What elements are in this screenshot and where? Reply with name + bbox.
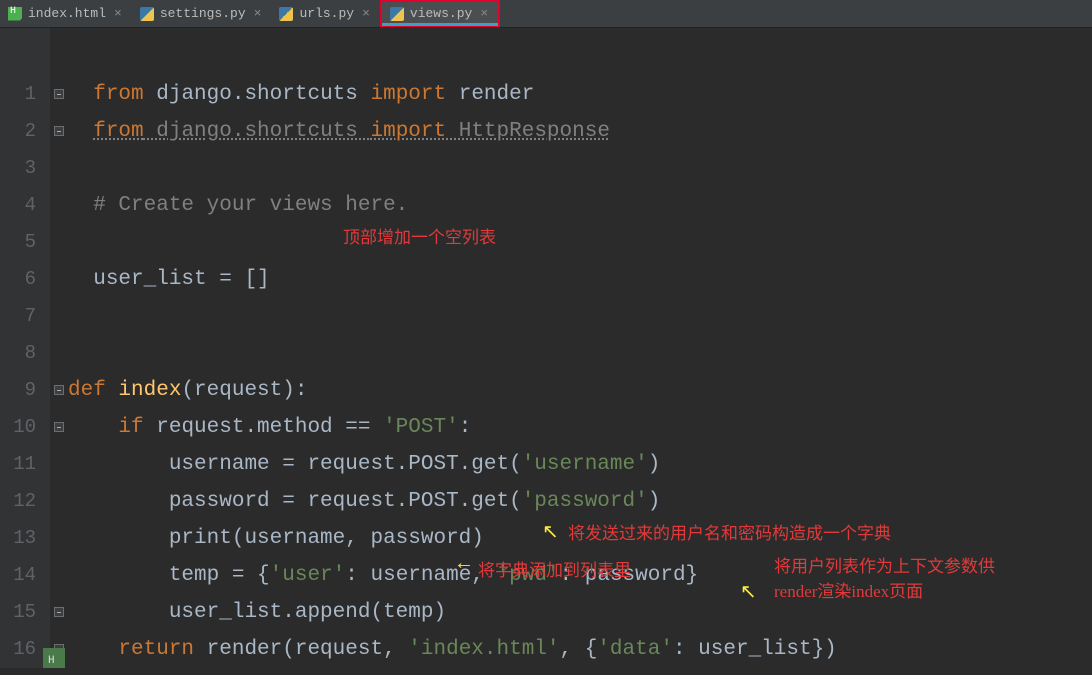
arrow-icon: ↗ (740, 579, 757, 605)
fold-marker-icon[interactable] (54, 607, 64, 617)
line-number: 10 (0, 416, 50, 453)
html-file-icon (8, 7, 22, 21)
code-line: user_list.append(temp) (68, 601, 1092, 638)
code-line: if request.method == 'POST': (68, 416, 1092, 453)
line-number: 2 (0, 120, 50, 157)
line-number-gutter: 1 2 3 4 5 6 7 8 9 10 11 12 13 14 15 16 (0, 28, 50, 668)
editor-area: 1 2 3 4 5 6 7 8 9 10 11 12 13 14 15 16 f… (0, 28, 1092, 668)
tab-label: urls.py (299, 6, 354, 21)
fold-marker-icon[interactable] (54, 422, 64, 432)
code-line: from django.shortcuts import HttpRespons… (68, 120, 1092, 157)
tab-label: views.py (410, 6, 472, 21)
code-editor[interactable]: from django.shortcuts import render from… (68, 28, 1092, 668)
tab-label: settings.py (160, 6, 246, 21)
code-line: # Create your views here. (68, 194, 1092, 231)
code-line: from django.shortcuts import render (68, 83, 1092, 120)
code-line: def index(request): (68, 379, 1092, 416)
code-line: temp = {'user': username, 'pwd': passwor… (68, 564, 1092, 601)
line-number: 8 (0, 342, 50, 379)
fold-gutter (50, 28, 68, 668)
code-line (68, 157, 1092, 194)
line-number: 7 (0, 305, 50, 342)
tab-views-py[interactable]: views.py × (380, 0, 500, 27)
python-file-icon (279, 7, 293, 21)
code-line (68, 342, 1092, 379)
close-icon[interactable]: × (360, 6, 372, 21)
python-file-icon (140, 7, 154, 21)
code-line: password = request.POST.get('password') (68, 490, 1092, 527)
tab-index-html[interactable]: index.html × (0, 0, 132, 27)
code-line: user_list = [] (68, 268, 1092, 305)
line-number: 13 (0, 527, 50, 564)
line-number: 1 (0, 83, 50, 120)
line-number: 5 (0, 231, 50, 268)
line-number: 6 (0, 268, 50, 305)
fold-marker-icon[interactable] (54, 385, 64, 395)
code-line (68, 305, 1092, 342)
tab-settings-py[interactable]: settings.py × (132, 0, 272, 27)
line-number: 14 (0, 564, 50, 601)
fold-marker-icon[interactable] (54, 126, 64, 136)
line-number: 4 (0, 194, 50, 231)
line-number: 3 (0, 157, 50, 194)
code-line: return render(request, 'index.html', {'d… (68, 638, 1092, 675)
line-number: 15 (0, 601, 50, 638)
editor-tab-bar: index.html × settings.py × urls.py × vie… (0, 0, 1092, 28)
code-line (68, 231, 1092, 268)
close-icon[interactable]: × (112, 6, 124, 21)
close-icon[interactable]: × (478, 6, 490, 21)
line-number: 12 (0, 490, 50, 527)
code-line: print(username, password) (68, 527, 1092, 564)
line-number: 9 (0, 379, 50, 416)
code-line: username = request.POST.get('username') (68, 453, 1092, 490)
tab-urls-py[interactable]: urls.py × (271, 0, 379, 27)
file-modified-indicator: H (43, 648, 65, 668)
line-number: 11 (0, 453, 50, 490)
close-icon[interactable]: × (252, 6, 264, 21)
python-file-icon (390, 7, 404, 21)
arrow-icon: ← (458, 553, 470, 576)
fold-marker-icon[interactable] (54, 89, 64, 99)
arrow-icon: ↖ (542, 519, 559, 545)
tab-label: index.html (28, 6, 106, 21)
